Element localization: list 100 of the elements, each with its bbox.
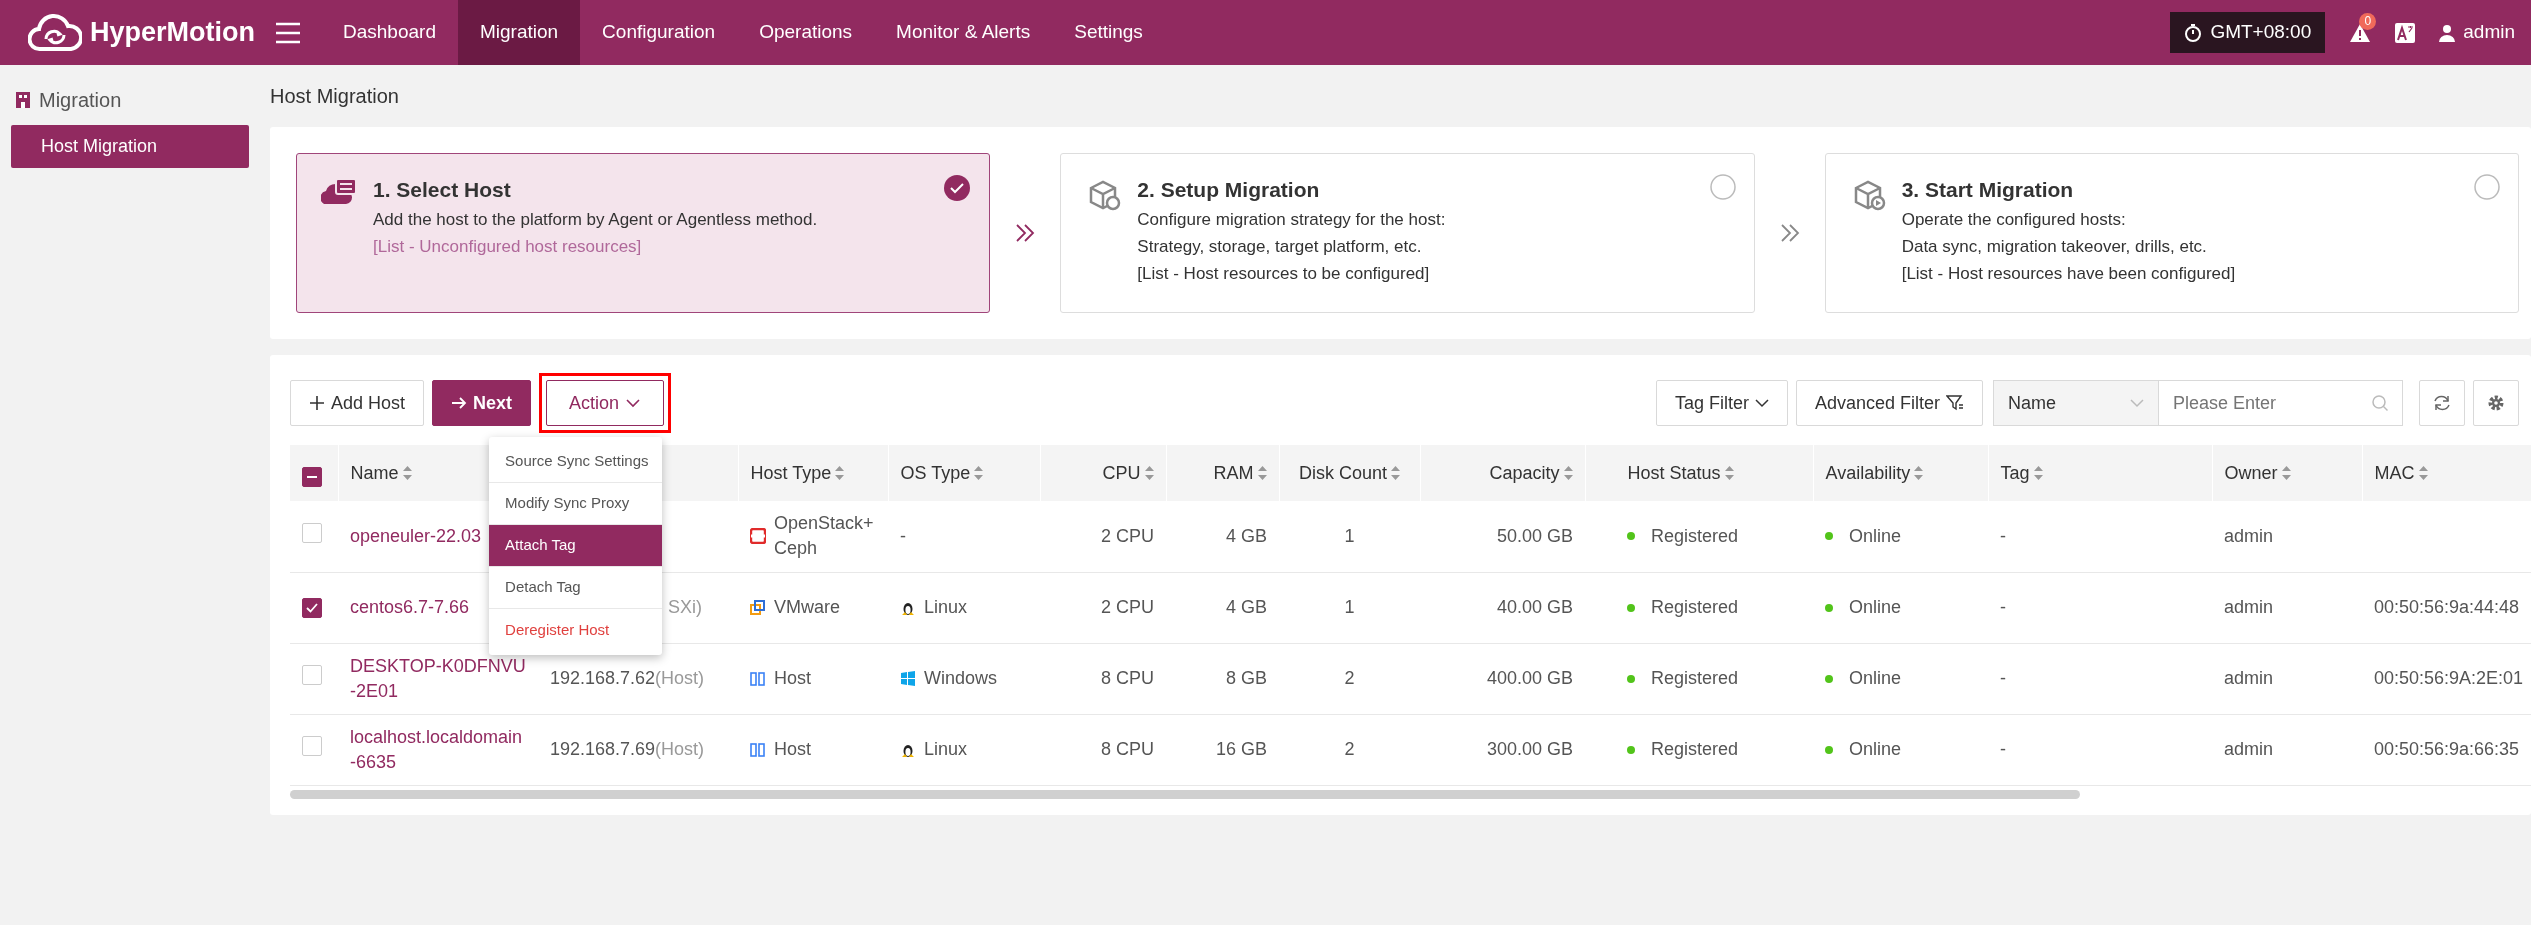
checkbox[interactable] (302, 467, 322, 487)
host-type-text: Host (774, 667, 811, 690)
address-text: 192.168.7.62(Host) (550, 668, 705, 688)
menu-item[interactable]: Modify Sync Proxy (489, 483, 663, 525)
sort-icon (2418, 466, 2428, 480)
nav-tab[interactable]: Dashboard (321, 0, 458, 65)
nav-tab[interactable]: Settings (1052, 0, 1165, 65)
column-header[interactable]: Tag (2000, 459, 2043, 487)
column-header[interactable]: MAC (2374, 459, 2428, 487)
host-name-link[interactable]: DESKTOP-K0DFNVU-2E01 (350, 653, 526, 704)
user-name[interactable]: admin (2463, 18, 2515, 47)
sort-icon (402, 466, 412, 480)
sort-icon (835, 466, 845, 480)
arrow-right-icon (451, 396, 468, 410)
owner-text: admin (2224, 525, 2274, 546)
search-icon (2371, 394, 2389, 412)
step-description: Operate the configured hosts: (1901, 208, 2127, 231)
advanced-filter-button[interactable]: Advanced Filter (1795, 380, 1983, 426)
host-type-text: Host (774, 738, 811, 761)
add-button[interactable]: Add Host (290, 380, 425, 426)
disk-count-text: 2 (1344, 668, 1355, 688)
step-title: 1. Select Host (373, 177, 512, 203)
server-icon (750, 741, 766, 758)
settings-icon (2487, 394, 2505, 412)
availability-text: Online (1849, 524, 1902, 548)
cloud-server-icon (321, 178, 357, 205)
os-type-text: Linux (924, 596, 968, 619)
cpu-text: 8 CPU (1101, 668, 1154, 688)
sort-icon (1724, 466, 1734, 480)
os-type-text: Windows (924, 667, 998, 690)
ram-text: 4 GB (1225, 525, 1267, 546)
checkbox[interactable] (302, 598, 322, 618)
menu-item[interactable]: Deregister Host (489, 609, 663, 651)
field-select[interactable]: Name (1993, 380, 2159, 426)
mac-text: 00:50:56:9A:2E:01 (2374, 668, 2524, 688)
ram-text: 8 GB (1225, 668, 1267, 688)
step-description: [List - Host resources to be configured] (1137, 262, 1431, 285)
step-card[interactable]: 1. Select Host Add the host to the platform by Agent or Agentless method. [List - Unconfigured host resources] (296, 153, 991, 313)
step-description: Configure migration strategy for the host: (1137, 208, 1447, 231)
cpu-text: 2 CPU (1101, 597, 1154, 617)
menu-item[interactable]: Source Sync Settings (489, 441, 663, 483)
refresh-icon (2433, 394, 2451, 412)
sort-icon (1144, 466, 1154, 480)
ram-text: 4 GB (1225, 597, 1267, 617)
tag-text: - (2000, 597, 2006, 617)
translate-icon[interactable] (2395, 22, 2416, 43)
nav-tab[interactable]: Operations (737, 0, 875, 65)
action-button[interactable]: Action (546, 380, 665, 426)
host-name-link[interactable]: localhost.localdomain-6635 (350, 724, 526, 775)
capacity-text: 40.00 GB (1496, 597, 1573, 617)
tag-filter-button[interactable]: Tag Filter (1655, 380, 1788, 426)
cloud-logo-icon (28, 12, 82, 53)
host-type-text: OpenStack+ Ceph (774, 512, 874, 561)
sort-icon (1391, 466, 1400, 480)
refresh-button[interactable] (2419, 380, 2465, 426)
settings-button[interactable] (2473, 380, 2519, 426)
menu-item[interactable]: Detach Tag (489, 567, 663, 609)
sidebar-title: Migration (39, 88, 122, 113)
step-card[interactable]: 3. Start Migration Operate the configured hosts: Data sync, migration takeover, drills, etc. [List - Host resources have been configured] (1824, 153, 2519, 313)
host-status-text: Registered (1651, 524, 1739, 548)
column-header[interactable]: Name (350, 459, 412, 487)
sort-icon (1914, 466, 1924, 480)
host-status-text: Registered (1651, 596, 1739, 619)
cpu-text: 8 CPU (1101, 739, 1154, 759)
building-icon (15, 91, 31, 109)
sort-icon (974, 466, 984, 480)
plus-icon (309, 395, 325, 411)
capacity-text: 50.00 GB (1496, 525, 1573, 546)
check-circle-icon (943, 174, 972, 202)
timezone-display[interactable]: GMT+08:00 (2170, 12, 2326, 53)
tag-text: - (2000, 525, 2006, 546)
cpu-text: 2 CPU (1101, 525, 1154, 546)
availability-text: Online (1849, 596, 1902, 619)
availability-text: Online (1849, 738, 1902, 761)
nav-tab[interactable]: Migration (457, 0, 581, 65)
host-status-text: Registered (1651, 667, 1739, 690)
step-card[interactable]: 2. Setup Migration Configure migration strategy for the host: Strategy, storage, target platform, etc. [List - Host resources to be configured] (1060, 153, 1755, 313)
scrollbar-thumb[interactable] (290, 789, 2080, 799)
availability-text: Online (1849, 667, 1902, 690)
step-title: 3. Start Migration (1901, 177, 2075, 203)
menu-item[interactable]: Attach Tag (489, 525, 663, 567)
menu-icon[interactable] (275, 21, 301, 44)
next-button[interactable]: Next (432, 380, 532, 426)
owner-text: admin (2224, 668, 2274, 688)
tag-text: - (2000, 739, 2006, 759)
sort-icon (2281, 466, 2291, 480)
tag-text: - (2000, 668, 2006, 688)
os-type-text: - (900, 524, 906, 548)
nav-tab[interactable]: Monitor & Alerts (874, 0, 1053, 65)
disk-count-text: 1 (1344, 597, 1355, 617)
nav-tab[interactable]: Configuration (580, 0, 738, 65)
sort-icon (1257, 466, 1267, 480)
stopwatch-icon (2184, 23, 2203, 42)
sidebar-item[interactable]: Host Migration (11, 125, 249, 168)
filter-icon (1946, 395, 1964, 411)
minus-icon (307, 476, 317, 478)
double-chevron-icon (1778, 223, 1801, 243)
search-field[interactable]: Please Enter (2159, 380, 2403, 426)
check-icon (306, 603, 318, 613)
disk-count-text: 1 (1344, 525, 1355, 546)
